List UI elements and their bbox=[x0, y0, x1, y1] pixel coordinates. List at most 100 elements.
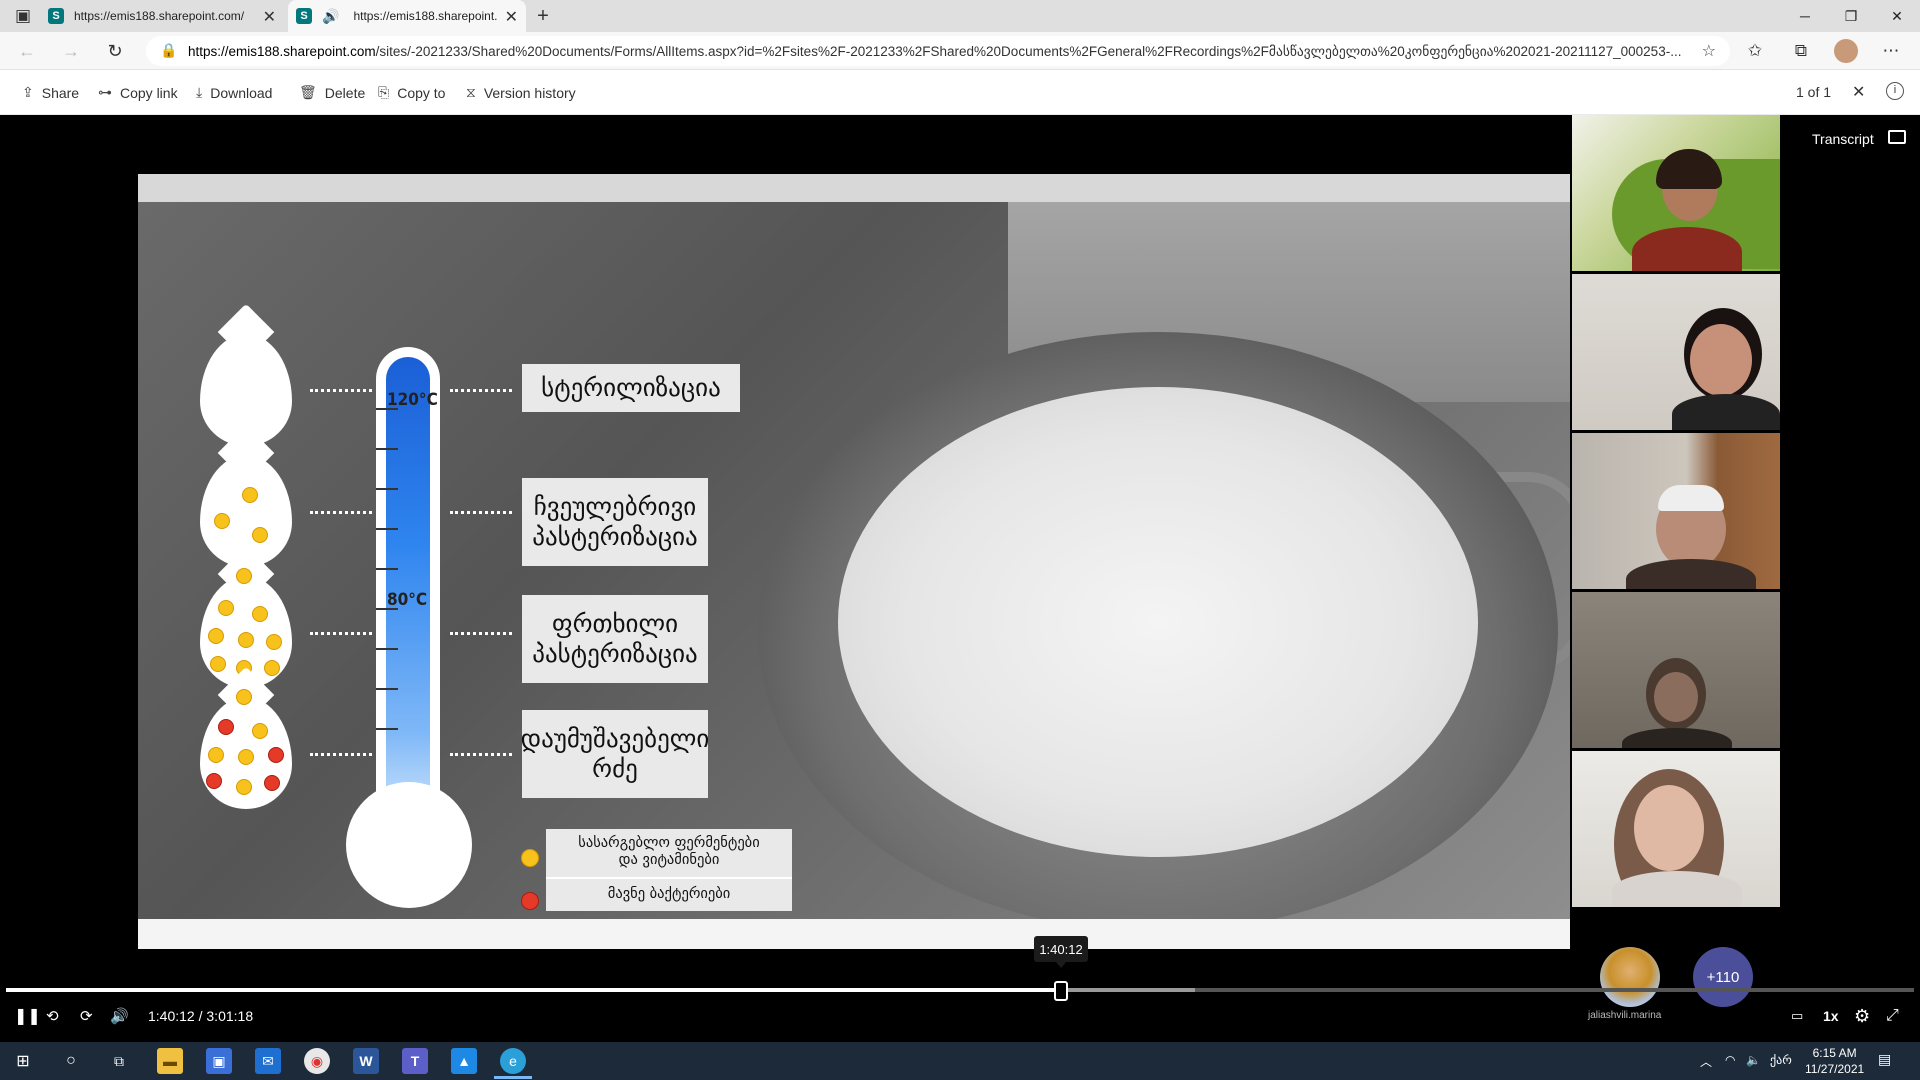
lock-icon[interactable]: 🔒 bbox=[160, 42, 177, 59]
download-icon: ⤓ bbox=[196, 84, 203, 100]
delete-button[interactable]: 🗑 Delete bbox=[299, 84, 365, 101]
transcript-icon[interactable] bbox=[1888, 130, 1906, 144]
participant-tile bbox=[1572, 274, 1780, 430]
sharepoint-icon: S bbox=[48, 8, 64, 24]
close-window-button[interactable]: ✕ bbox=[1874, 0, 1920, 32]
photos-icon[interactable]: ▲ bbox=[451, 1048, 477, 1074]
bacteria-drop-icon bbox=[200, 689, 292, 809]
fullscreen-icon[interactable]: ⤢ bbox=[1886, 1003, 1899, 1029]
tab-actions-icon[interactable]: ▣ bbox=[12, 5, 34, 27]
regular-pasteurization-label: ჩვეულებრივი პასტერიზაცია bbox=[522, 478, 708, 566]
delete-label: Delete bbox=[324, 84, 366, 101]
volume-icon[interactable]: 🔊 bbox=[110, 1003, 129, 1029]
mail-icon[interactable]: ✉ bbox=[255, 1048, 281, 1074]
harmful-devil-icon bbox=[521, 892, 539, 910]
add-favorite-icon[interactable]: ☆ bbox=[1702, 41, 1716, 61]
url-path: /sites/-2021233/Shared%20Documents/Forms… bbox=[375, 44, 1682, 59]
audio-playing-icon[interactable]: 🔊 bbox=[322, 8, 339, 25]
buffered-bar bbox=[1061, 988, 1195, 992]
version-history-label: Version history bbox=[483, 84, 576, 101]
captions-icon[interactable]: ▭ bbox=[1791, 1003, 1803, 1029]
video-letterbox-bottom bbox=[138, 919, 1570, 949]
pause-button[interactable]: ❚❚ bbox=[14, 1003, 41, 1029]
system-clock[interactable]: 6:15 AM 11/27/2021 bbox=[1805, 1045, 1864, 1077]
seek-thumb[interactable] bbox=[1054, 981, 1068, 1001]
copy-link-label: Copy link bbox=[120, 84, 178, 101]
tray-chevron-icon[interactable]: ︿ bbox=[1700, 1053, 1712, 1070]
browser-tab-2[interactable]: S 🔊 https://emis188.sharepoint. ✕ bbox=[288, 0, 526, 32]
speed-button[interactable]: 1x bbox=[1823, 1003, 1839, 1029]
address-bar: ← → ↻ 🔒 https://emis188.sharepoint.com/s… bbox=[0, 32, 1920, 70]
file-explorer-icon[interactable]: ▬ bbox=[157, 1048, 183, 1074]
copy-link-button[interactable]: ⊶ Copy link bbox=[98, 84, 178, 101]
speaker-icon[interactable]: 🔈 bbox=[1746, 1053, 1761, 1067]
wifi-icon[interactable]: ◠ bbox=[1725, 1053, 1735, 1067]
download-label: Download bbox=[210, 84, 273, 101]
rewind-10-icon[interactable]: ⟲ bbox=[46, 1003, 59, 1029]
more-menu-icon[interactable]: ⋯ bbox=[1880, 40, 1902, 62]
back-icon[interactable]: ← bbox=[16, 40, 38, 62]
settings-gear-icon[interactable]: ⚙ bbox=[1854, 1003, 1870, 1029]
chrome-icon[interactable]: ◉ bbox=[304, 1048, 330, 1074]
restore-button[interactable]: ❐ bbox=[1828, 0, 1874, 32]
time-display: 1:40:12 / 3:01:18 bbox=[148, 1008, 254, 1024]
more-participants-badge: +110 bbox=[1693, 947, 1753, 1007]
copy-to-label: Copy to bbox=[397, 84, 446, 101]
language-indicator[interactable]: ქარ bbox=[1770, 1053, 1792, 1067]
version-history-button[interactable]: ⧖ Version history bbox=[466, 84, 576, 101]
command-bar: ⇪ Share ⊶ Copy link ⤓ Download 🗑 Delete ⎘ Cop… bbox=[0, 70, 1920, 115]
forward-10-icon[interactable]: ⟳ bbox=[80, 1003, 93, 1029]
info-icon[interactable]: i bbox=[1886, 82, 1904, 100]
participant-tile bbox=[1572, 592, 1780, 748]
close-tab-icon[interactable]: ✕ bbox=[505, 7, 518, 27]
video-player[interactable]: 120°C 80°C სტერილიზაცია ჩვეულებრივი პასტ… bbox=[0, 115, 1920, 1042]
profile-avatar[interactable] bbox=[1834, 39, 1858, 63]
close-viewer-icon[interactable]: ✕ bbox=[1852, 82, 1865, 102]
thermometer-bulb bbox=[346, 782, 472, 908]
minimize-button[interactable]: ─ bbox=[1782, 0, 1828, 32]
task-view-icon[interactable]: ⧉ bbox=[106, 1048, 132, 1074]
store-icon[interactable]: ▣ bbox=[206, 1048, 232, 1074]
forward-icon[interactable]: → bbox=[60, 40, 82, 62]
transcript-button[interactable]: Transcript bbox=[1812, 131, 1874, 147]
browser-tab-bar: ▣ S https://emis188.sharepoint.com/ ✕ S … bbox=[0, 0, 1920, 32]
favorites-icon[interactable]: ✩ bbox=[1744, 40, 1766, 62]
share-label: Share bbox=[41, 84, 80, 101]
sterilization-label: სტერილიზაცია bbox=[522, 364, 740, 412]
refresh-icon[interactable]: ↻ bbox=[104, 40, 126, 62]
page-count: 1 of 1 bbox=[1796, 84, 1832, 100]
windows-start-icon[interactable]: ⊞ bbox=[10, 1048, 36, 1074]
close-tab-icon[interactable]: ✕ bbox=[263, 7, 276, 27]
notifications-icon[interactable]: ▤ bbox=[1878, 1051, 1891, 1068]
tab-title: https://emis188.sharepoint.com/ bbox=[74, 9, 244, 23]
word-icon[interactable]: W bbox=[353, 1048, 379, 1074]
history-icon: ⧖ bbox=[466, 84, 476, 100]
search-icon[interactable]: ○ bbox=[58, 1048, 84, 1074]
tab-title: https://emis188.sharepoint. bbox=[353, 9, 498, 23]
new-tab-button[interactable]: + bbox=[532, 5, 554, 27]
current-time: 1:40:12 bbox=[148, 1008, 195, 1024]
browser-tab-1[interactable]: S https://emis188.sharepoint.com/ ✕ bbox=[48, 0, 284, 32]
copy-to-button[interactable]: ⎘ Copy to bbox=[378, 84, 445, 101]
video-frame[interactable]: 120°C 80°C სტერილიზაცია ჩვეულებრივი პასტ… bbox=[138, 174, 1570, 949]
milk-image bbox=[838, 387, 1478, 857]
url-field[interactable]: 🔒 https://emis188.sharepoint.com/sites/-… bbox=[146, 36, 1730, 66]
download-button[interactable]: ⤓ Download bbox=[196, 84, 272, 101]
participant-strip bbox=[1572, 115, 1780, 912]
copy-icon: ⎘ bbox=[378, 84, 390, 100]
collections-icon[interactable]: ⧉ bbox=[1790, 40, 1812, 62]
windows-taskbar: ⊞ ○ ⧉ ▬ ▣ ✉ ◉ W T ▲ e ︿ ◠ 🔈 ქარ 6:15 AM … bbox=[0, 1042, 1920, 1080]
milk-pot-scene: 120°C 80°C სტერილიზაცია ჩვეულებრივი პასტ… bbox=[138, 202, 1570, 932]
legend-box: სასარგებლო ფერმენტები და ვიტამინები მავნ… bbox=[546, 829, 792, 911]
temp-120-label: 120°C bbox=[387, 390, 438, 410]
legend-harmful: მავნე ბაქტერიები bbox=[607, 886, 731, 902]
gentle-pasteurization-label: ფრთხილი პასტერიზაცია bbox=[522, 595, 708, 683]
seek-tooltip: 1:40:12 bbox=[1034, 936, 1088, 968]
teams-icon[interactable]: T bbox=[402, 1048, 428, 1074]
useful-smiley-icon bbox=[521, 849, 539, 867]
avatar-name: jaliashvili.marina bbox=[1588, 1010, 1662, 1021]
seek-progress bbox=[6, 988, 1061, 992]
raw-milk-label: დაუმუშავებელი რძე bbox=[521, 710, 709, 798]
edge-icon[interactable]: e bbox=[500, 1048, 526, 1074]
share-button[interactable]: ⇪ Share bbox=[22, 84, 79, 101]
